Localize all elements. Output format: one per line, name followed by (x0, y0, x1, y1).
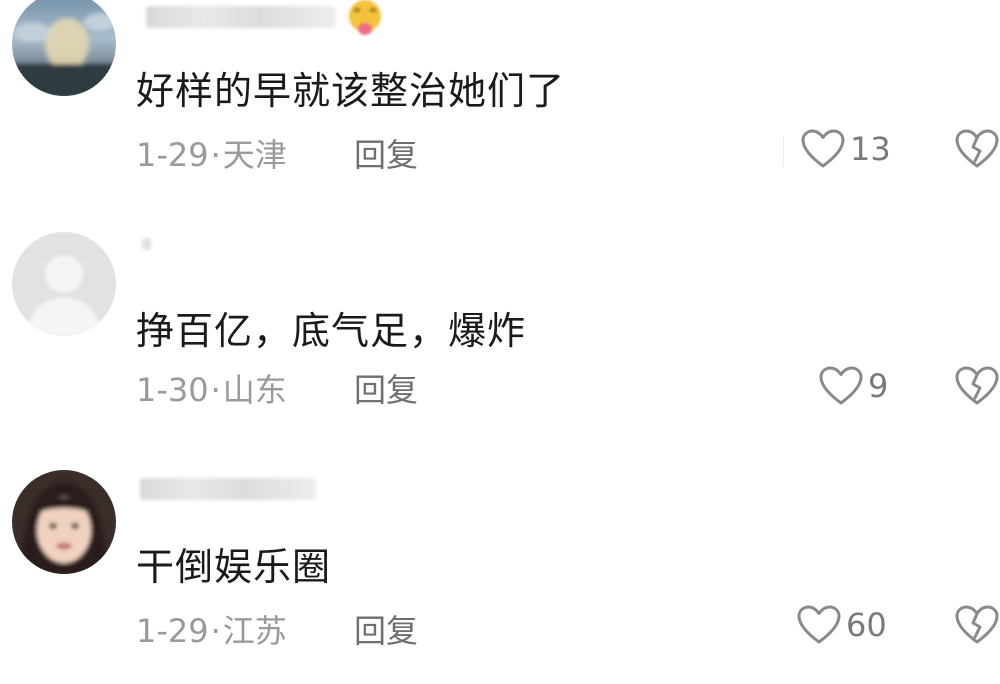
comment-meta: 1-30·山东 (136, 365, 287, 411)
like-button[interactable]: 9 (818, 365, 888, 407)
reply-button[interactable]: 回复 (354, 365, 418, 411)
comment-text: 干倒娱乐圈 (136, 545, 332, 589)
comment-date: 1-29 (136, 612, 209, 650)
comment-location: 江苏 (222, 612, 287, 650)
like-count: 13 (850, 130, 891, 168)
user-avatar[interactable] (12, 0, 116, 96)
reply-button[interactable]: 回复 (354, 130, 418, 176)
dislike-button[interactable] (954, 128, 1000, 174)
heart-outline-icon (797, 605, 841, 644)
like-count: 9 (868, 367, 889, 405)
dislike-button[interactable] (954, 604, 1000, 650)
broken-heart-outline-icon (955, 366, 999, 405)
landscape-avatar-icon (12, 0, 116, 96)
comment-date: 1-29 (136, 136, 209, 174)
meta-separator: · (210, 371, 221, 409)
portrait-avatar-icon (12, 470, 116, 574)
comment-location: 天津 (222, 136, 287, 174)
default-user-avatar-icon (12, 232, 116, 336)
comment-item: 干倒娱乐圈 1-29·江苏 回复 60 (0, 464, 1000, 684)
comment-location: 山东 (222, 371, 287, 409)
user-avatar[interactable] (12, 470, 116, 574)
comment-text: 挣百亿，底气足，爆炸 (136, 309, 527, 353)
username-redacted (142, 238, 152, 250)
user-avatar[interactable] (12, 232, 116, 336)
reply-button[interactable]: 回复 (354, 606, 418, 652)
meta-separator: · (210, 136, 221, 174)
like-count: 60 (846, 606, 887, 644)
broken-heart-outline-icon (955, 129, 999, 168)
comment-date: 1-30 (136, 371, 209, 409)
comment-meta: 1-29·江苏 (136, 606, 287, 652)
like-button[interactable]: 60 (796, 604, 887, 646)
divider (783, 136, 784, 166)
emoji-badge-icon (342, 0, 388, 38)
comment-text: 好样的早就该整治她们了 (136, 69, 566, 113)
heart-outline-icon (801, 129, 845, 168)
comment-item: 挣百亿，底气足，爆炸 1-30·山东 回复 9 (0, 228, 1000, 448)
username-redacted (140, 478, 316, 500)
like-button[interactable]: 13 (800, 128, 891, 170)
heart-outline-icon (819, 366, 863, 405)
dislike-button[interactable] (954, 365, 1000, 411)
username-redacted (146, 6, 336, 28)
broken-heart-outline-icon (955, 605, 999, 644)
comment-item: 好样的早就该整治她们了 1-29·天津 回复 13 (0, 0, 1000, 220)
meta-separator: · (210, 612, 221, 650)
comment-meta: 1-29·天津 (136, 130, 287, 176)
